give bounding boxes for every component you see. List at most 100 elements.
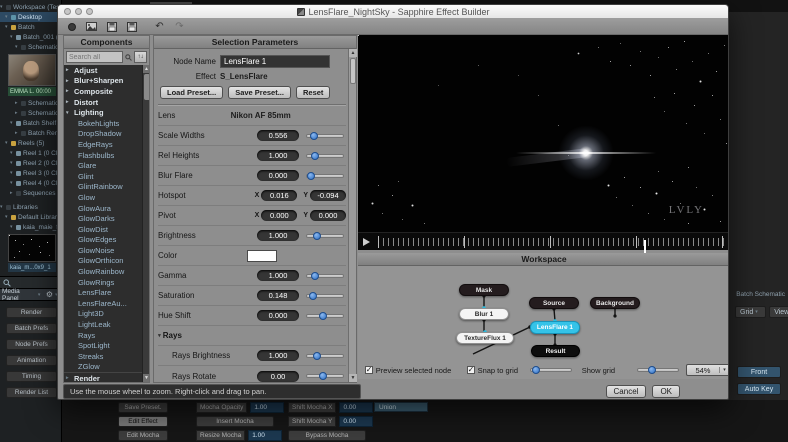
save-icon[interactable] (106, 21, 117, 32)
color-swatch[interactable] (247, 250, 277, 262)
value-field[interactable]: 0.556 (257, 130, 299, 141)
pivot-y-field[interactable]: 0.000 (310, 210, 346, 221)
value-field[interactable]: 1.000 (257, 150, 299, 161)
tree-item-batch-shelf[interactable]: Batch Shelf (1) (0, 118, 61, 128)
preview-timeline[interactable] (358, 232, 729, 250)
node-textureflux[interactable]: TextureFlux 1 (456, 332, 514, 344)
search-input[interactable] (66, 51, 123, 63)
reset-button[interactable]: Reset (296, 86, 330, 99)
slider[interactable] (306, 274, 344, 278)
snap-to-grid-checkbox[interactable] (467, 366, 475, 374)
slider-thumb[interactable] (313, 352, 321, 360)
node-source[interactable]: Source (529, 297, 579, 309)
preview-selected-node-checkbox[interactable] (365, 366, 373, 374)
save-as-icon[interactable] (126, 21, 137, 32)
component-item[interactable]: GlowRainbow (64, 266, 142, 277)
tree-item-schematic-3[interactable]: Schematic Re... (0, 108, 61, 118)
node-name-input[interactable] (220, 55, 330, 68)
scroll-up-icon[interactable]: ▲ (143, 65, 149, 73)
tree-item-kaia-film[interactable]: kaia_maie_film_1... (0, 222, 61, 232)
slider-thumb[interactable] (307, 172, 315, 180)
component-item[interactable]: GlowNoise (64, 245, 142, 256)
slider[interactable] (306, 354, 344, 358)
view-button[interactable]: View (769, 306, 788, 318)
value-field[interactable]: 0.00 (257, 371, 299, 382)
component-item[interactable]: EdgeRays (64, 139, 142, 150)
lens-dropdown[interactable]: Nikon AF 85mm (231, 111, 291, 120)
resize-mocha-value[interactable]: 1.00 (248, 430, 282, 441)
add-image-icon[interactable] (86, 21, 97, 32)
zoom-window-button[interactable] (86, 8, 93, 15)
tree-item-workspace[interactable]: Workspace (Test1) (0, 2, 61, 12)
media-panel-button[interactable]: Render List (6, 387, 57, 398)
scroll-up-icon[interactable]: ▲ (349, 49, 357, 57)
bypass-mocha-button[interactable]: Bypass Mocha (288, 430, 366, 441)
slider-thumb[interactable] (310, 132, 318, 140)
component-item[interactable]: ZGlow (64, 362, 142, 373)
component-item[interactable]: GlowAura (64, 203, 142, 214)
component-item[interactable]: GlowDist (64, 224, 142, 235)
edit-effect-button[interactable]: Edit Effect (118, 416, 168, 427)
scrollbar-thumb[interactable] (350, 58, 356, 84)
playhead[interactable] (644, 240, 646, 254)
mocha-opacity-value[interactable]: 1.00 (250, 402, 284, 413)
insert-mocha-button[interactable]: Insert Mocha (196, 416, 274, 427)
tree-item-libraries[interactable]: Libraries (0, 202, 61, 212)
component-item[interactable]: GlintRainbow (64, 182, 142, 193)
value-field[interactable]: 0.000 (257, 310, 299, 321)
component-item[interactable]: GlowEdges (64, 235, 142, 246)
clip-thumbnail-dark[interactable] (8, 234, 56, 262)
slider-thumb[interactable] (313, 232, 321, 240)
effect-preview-viewport[interactable]: LVLY (358, 35, 729, 232)
node-mask[interactable]: Mask (459, 284, 509, 296)
window-title-bar[interactable]: LensFlare_NightSky - Sapphire Effect Bui… (58, 5, 728, 19)
edit-mocha-button[interactable]: Edit Mocha (118, 430, 168, 441)
tree-item-sequences[interactable]: Sequences (0... (0, 188, 61, 198)
component-item[interactable]: Glow (64, 192, 142, 203)
tree-item-batch-render[interactable]: Batch Rende... (0, 128, 61, 138)
clip-caption[interactable]: EMMA L. 00:00 (8, 87, 56, 96)
scroll-down-icon[interactable]: ▼ (143, 374, 149, 382)
undo-icon[interactable]: ↶ (154, 21, 165, 32)
slider-thumb[interactable] (648, 366, 656, 374)
media-panel-button[interactable]: Animation (6, 355, 57, 366)
slider[interactable] (306, 314, 344, 318)
media-panel-header[interactable]: Media Panel (0, 288, 61, 301)
component-item[interactable]: Streaks (64, 351, 142, 362)
component-group-composite[interactable]: Composite (64, 86, 142, 97)
tree-item-reels[interactable]: Reels (5) (0, 138, 61, 148)
gear-icon[interactable] (46, 290, 53, 299)
front-button[interactable]: Front (737, 366, 781, 378)
component-item[interactable]: GlowDarks (64, 213, 142, 224)
slider-thumb[interactable] (311, 272, 319, 280)
node-result[interactable]: Result (531, 345, 580, 357)
component-group-adjust[interactable]: Adjust (64, 65, 142, 76)
clip-caption-2[interactable]: kaia_m...0x9_1 (8, 263, 56, 272)
workspace-zoom-slider[interactable] (637, 368, 679, 372)
tree-item-reel-2[interactable]: Reel 2 (0 Clip) (0, 158, 61, 168)
record-icon[interactable] (68, 23, 76, 31)
media-panel-button[interactable]: Timing (6, 371, 57, 382)
param-section-rays[interactable]: Rays (158, 326, 346, 346)
shift-mocha-x-value[interactable]: 0.00 (339, 402, 373, 413)
tree-search-row[interactable] (0, 276, 61, 288)
slider-thumb[interactable] (319, 372, 327, 380)
slider[interactable] (306, 234, 344, 238)
close-window-button[interactable] (64, 8, 71, 15)
redo-icon[interactable]: ↷ (174, 21, 185, 32)
media-panel-button[interactable]: Batch Prefs (6, 323, 57, 334)
media-panel-button[interactable]: Render (6, 307, 57, 318)
parameters-scrollbar[interactable]: ▲ ▼ (348, 49, 356, 382)
component-item[interactable]: Glare (64, 160, 142, 171)
tree-item-batch[interactable]: Batch (0, 22, 61, 32)
component-item[interactable]: Flashbulbs (64, 150, 142, 161)
component-group-distort[interactable]: Distort (64, 97, 142, 108)
clip-thumbnail-portrait[interactable] (8, 54, 56, 86)
component-group-blur-sharpen[interactable]: Blur+Sharpen (64, 76, 142, 87)
tree-item-reel-3[interactable]: Reel 3 (0 Clip) (0, 168, 61, 178)
save-preset-button[interactable]: Save Preset... (228, 86, 291, 99)
tree-item-reel-4[interactable]: Reel 4 (0 Clip) (0, 178, 61, 188)
slider[interactable] (306, 154, 344, 158)
slider-thumb[interactable] (309, 292, 317, 300)
component-item[interactable]: LightLeak (64, 319, 142, 330)
